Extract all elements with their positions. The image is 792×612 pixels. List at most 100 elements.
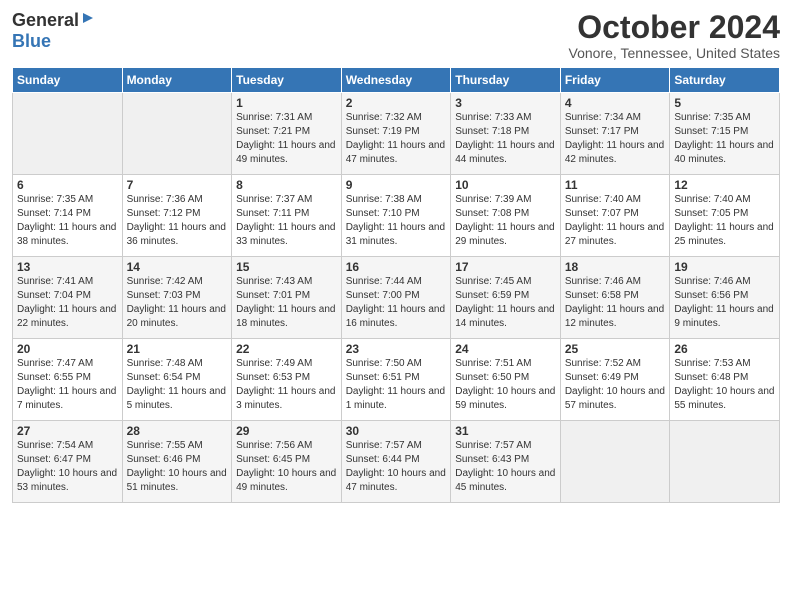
calendar-cell: 24Sunrise: 7:51 AMSunset: 6:50 PMDayligh… — [451, 339, 561, 421]
calendar-cell: 21Sunrise: 7:48 AMSunset: 6:54 PMDayligh… — [122, 339, 232, 421]
day-detail: Sunrise: 7:49 AMSunset: 6:53 PMDaylight:… — [236, 357, 337, 413]
day-detail: Sunrise: 7:36 AMSunset: 7:12 PMDaylight:… — [127, 193, 228, 249]
calendar-cell: 13Sunrise: 7:41 AMSunset: 7:04 PMDayligh… — [13, 257, 123, 339]
calendar-cell: 19Sunrise: 7:46 AMSunset: 6:56 PMDayligh… — [670, 257, 780, 339]
day-detail: Sunrise: 7:44 AMSunset: 7:00 PMDaylight:… — [346, 275, 447, 331]
calendar-week-1: 1Sunrise: 7:31 AMSunset: 7:21 PMDaylight… — [13, 93, 780, 175]
day-number: 19 — [674, 260, 775, 274]
day-detail: Sunrise: 7:46 AMSunset: 6:56 PMDaylight:… — [674, 275, 775, 331]
calendar-cell: 17Sunrise: 7:45 AMSunset: 6:59 PMDayligh… — [451, 257, 561, 339]
day-detail: Sunrise: 7:38 AMSunset: 7:10 PMDaylight:… — [346, 193, 447, 249]
header: General Blue October 2024 Vonore, Tennes… — [12, 10, 780, 61]
day-number: 11 — [565, 178, 666, 192]
logo-blue: Blue — [12, 31, 51, 52]
day-number: 7 — [127, 178, 228, 192]
calendar-cell: 18Sunrise: 7:46 AMSunset: 6:58 PMDayligh… — [560, 257, 670, 339]
day-detail: Sunrise: 7:52 AMSunset: 6:49 PMDaylight:… — [565, 357, 666, 413]
day-number: 5 — [674, 96, 775, 110]
day-number: 30 — [346, 424, 447, 438]
day-number: 31 — [455, 424, 556, 438]
day-number: 13 — [17, 260, 118, 274]
day-detail: Sunrise: 7:37 AMSunset: 7:11 PMDaylight:… — [236, 193, 337, 249]
calendar-cell: 20Sunrise: 7:47 AMSunset: 6:55 PMDayligh… — [13, 339, 123, 421]
day-detail: Sunrise: 7:50 AMSunset: 6:51 PMDaylight:… — [346, 357, 447, 413]
calendar-cell: 1Sunrise: 7:31 AMSunset: 7:21 PMDaylight… — [232, 93, 342, 175]
day-detail: Sunrise: 7:56 AMSunset: 6:45 PMDaylight:… — [236, 439, 337, 495]
day-number: 18 — [565, 260, 666, 274]
day-number: 8 — [236, 178, 337, 192]
day-number: 27 — [17, 424, 118, 438]
calendar-week-3: 13Sunrise: 7:41 AMSunset: 7:04 PMDayligh… — [13, 257, 780, 339]
day-detail: Sunrise: 7:32 AMSunset: 7:19 PMDaylight:… — [346, 111, 447, 167]
day-detail: Sunrise: 7:47 AMSunset: 6:55 PMDaylight:… — [17, 357, 118, 413]
day-number: 3 — [455, 96, 556, 110]
calendar-week-4: 20Sunrise: 7:47 AMSunset: 6:55 PMDayligh… — [13, 339, 780, 421]
day-number: 6 — [17, 178, 118, 192]
day-number: 20 — [17, 342, 118, 356]
calendar-cell: 29Sunrise: 7:56 AMSunset: 6:45 PMDayligh… — [232, 421, 342, 503]
day-detail: Sunrise: 7:51 AMSunset: 6:50 PMDaylight:… — [455, 357, 556, 413]
calendar-cell: 12Sunrise: 7:40 AMSunset: 7:05 PMDayligh… — [670, 175, 780, 257]
calendar-cell: 2Sunrise: 7:32 AMSunset: 7:19 PMDaylight… — [341, 93, 451, 175]
calendar-cell: 11Sunrise: 7:40 AMSunset: 7:07 PMDayligh… — [560, 175, 670, 257]
day-number: 16 — [346, 260, 447, 274]
calendar-table: Sunday Monday Tuesday Wednesday Thursday… — [12, 67, 780, 503]
day-detail: Sunrise: 7:39 AMSunset: 7:08 PMDaylight:… — [455, 193, 556, 249]
day-number: 2 — [346, 96, 447, 110]
calendar-cell: 3Sunrise: 7:33 AMSunset: 7:18 PMDaylight… — [451, 93, 561, 175]
calendar-week-5: 27Sunrise: 7:54 AMSunset: 6:47 PMDayligh… — [13, 421, 780, 503]
calendar-cell — [13, 93, 123, 175]
day-number: 22 — [236, 342, 337, 356]
day-number: 23 — [346, 342, 447, 356]
calendar-cell: 4Sunrise: 7:34 AMSunset: 7:17 PMDaylight… — [560, 93, 670, 175]
day-detail: Sunrise: 7:40 AMSunset: 7:05 PMDaylight:… — [674, 193, 775, 249]
col-wednesday: Wednesday — [341, 68, 451, 93]
day-number: 9 — [346, 178, 447, 192]
day-detail: Sunrise: 7:48 AMSunset: 6:54 PMDaylight:… — [127, 357, 228, 413]
day-detail: Sunrise: 7:54 AMSunset: 6:47 PMDaylight:… — [17, 439, 118, 495]
day-number: 14 — [127, 260, 228, 274]
calendar-cell: 25Sunrise: 7:52 AMSunset: 6:49 PMDayligh… — [560, 339, 670, 421]
calendar-cell: 16Sunrise: 7:44 AMSunset: 7:00 PMDayligh… — [341, 257, 451, 339]
day-detail: Sunrise: 7:45 AMSunset: 6:59 PMDaylight:… — [455, 275, 556, 331]
calendar-cell: 7Sunrise: 7:36 AMSunset: 7:12 PMDaylight… — [122, 175, 232, 257]
header-row: Sunday Monday Tuesday Wednesday Thursday… — [13, 68, 780, 93]
col-thursday: Thursday — [451, 68, 561, 93]
logo-arrow-icon — [81, 11, 95, 30]
day-detail: Sunrise: 7:46 AMSunset: 6:58 PMDaylight:… — [565, 275, 666, 331]
day-detail: Sunrise: 7:57 AMSunset: 6:43 PMDaylight:… — [455, 439, 556, 495]
day-number: 15 — [236, 260, 337, 274]
calendar-cell — [560, 421, 670, 503]
day-detail: Sunrise: 7:55 AMSunset: 6:46 PMDaylight:… — [127, 439, 228, 495]
calendar-cell: 9Sunrise: 7:38 AMSunset: 7:10 PMDaylight… — [341, 175, 451, 257]
day-number: 10 — [455, 178, 556, 192]
calendar-cell: 15Sunrise: 7:43 AMSunset: 7:01 PMDayligh… — [232, 257, 342, 339]
day-number: 28 — [127, 424, 228, 438]
calendar-cell: 5Sunrise: 7:35 AMSunset: 7:15 PMDaylight… — [670, 93, 780, 175]
day-number: 25 — [565, 342, 666, 356]
calendar-week-2: 6Sunrise: 7:35 AMSunset: 7:14 PMDaylight… — [13, 175, 780, 257]
logo-general: General — [12, 10, 79, 31]
logo: General Blue — [12, 10, 95, 52]
day-number: 29 — [236, 424, 337, 438]
calendar-cell: 30Sunrise: 7:57 AMSunset: 6:44 PMDayligh… — [341, 421, 451, 503]
calendar-cell: 27Sunrise: 7:54 AMSunset: 6:47 PMDayligh… — [13, 421, 123, 503]
day-number: 17 — [455, 260, 556, 274]
calendar-cell: 14Sunrise: 7:42 AMSunset: 7:03 PMDayligh… — [122, 257, 232, 339]
calendar-cell: 26Sunrise: 7:53 AMSunset: 6:48 PMDayligh… — [670, 339, 780, 421]
location: Vonore, Tennessee, United States — [569, 45, 780, 61]
calendar-cell: 31Sunrise: 7:57 AMSunset: 6:43 PMDayligh… — [451, 421, 561, 503]
day-number: 4 — [565, 96, 666, 110]
page-container: General Blue October 2024 Vonore, Tennes… — [0, 0, 792, 511]
col-sunday: Sunday — [13, 68, 123, 93]
day-number: 12 — [674, 178, 775, 192]
day-number: 24 — [455, 342, 556, 356]
day-detail: Sunrise: 7:35 AMSunset: 7:15 PMDaylight:… — [674, 111, 775, 167]
calendar-cell: 10Sunrise: 7:39 AMSunset: 7:08 PMDayligh… — [451, 175, 561, 257]
day-detail: Sunrise: 7:41 AMSunset: 7:04 PMDaylight:… — [17, 275, 118, 331]
calendar-cell: 8Sunrise: 7:37 AMSunset: 7:11 PMDaylight… — [232, 175, 342, 257]
calendar-cell: 23Sunrise: 7:50 AMSunset: 6:51 PMDayligh… — [341, 339, 451, 421]
day-number: 26 — [674, 342, 775, 356]
calendar-cell: 22Sunrise: 7:49 AMSunset: 6:53 PMDayligh… — [232, 339, 342, 421]
day-number: 21 — [127, 342, 228, 356]
